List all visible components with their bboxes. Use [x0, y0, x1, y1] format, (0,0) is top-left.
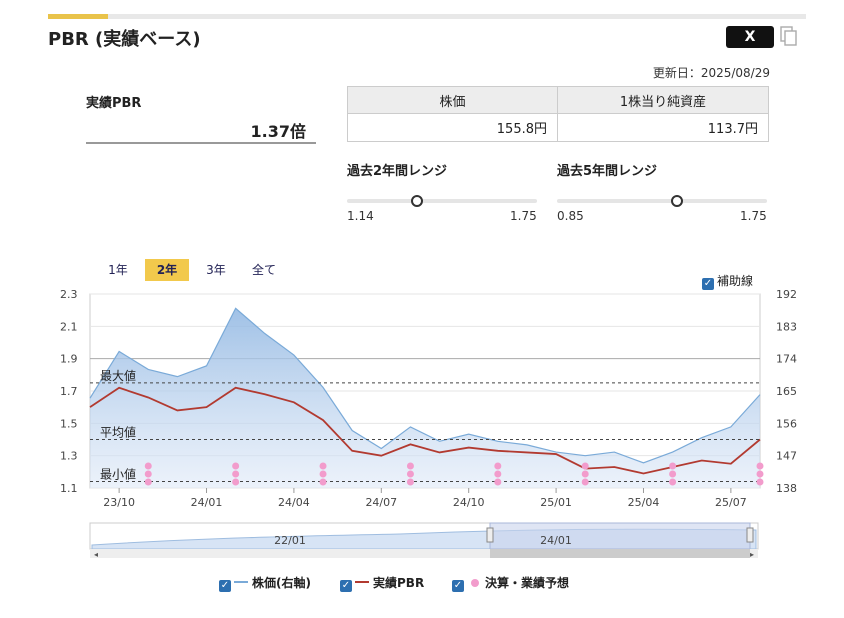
y-right-tick: 165: [776, 385, 797, 398]
earnings-dot[interactable]: [319, 462, 327, 470]
earnings-dot[interactable]: [581, 462, 589, 470]
earnings-dot[interactable]: [756, 462, 764, 470]
range-2y-title: 過去2年間レンジ: [347, 164, 448, 179]
earnings-dot[interactable]: [581, 478, 589, 486]
x-tick: 25/01: [540, 496, 572, 509]
x-share-button[interactable]: X: [726, 26, 774, 48]
y-left-tick: 1.1: [60, 482, 78, 495]
navigator-handle-right[interactable]: [746, 527, 754, 543]
legend-earnings-label: 決算・業績予想: [485, 576, 570, 590]
y-right-tick: 183: [776, 320, 797, 333]
navigator-window[interactable]: [489, 522, 751, 550]
range-5y-max: 1.75: [740, 209, 767, 223]
range-2y-marker: [411, 195, 423, 207]
price-table: 株価 1株当り純資産 155.8円 113.7円: [347, 86, 769, 142]
navigator[interactable]: 22/01 24/01 ◂ ▸: [0, 520, 844, 564]
y-right-tick: 138: [776, 482, 797, 495]
range-5y-track: [557, 199, 767, 203]
legend-earnings[interactable]: ✓ 決算・業績予想: [452, 574, 569, 592]
accent-strip: [48, 14, 108, 19]
x-tick: 23/10: [103, 496, 135, 509]
range-2y-min: 1.14: [347, 209, 374, 223]
earnings-dot[interactable]: [406, 470, 414, 478]
scrollbar-thumb[interactable]: [490, 549, 750, 558]
pbr-value: 1.37倍: [250, 122, 306, 141]
earnings-dot[interactable]: [756, 470, 764, 478]
bps-header: 1株当り純資産: [557, 86, 769, 114]
range-2y-track: [347, 199, 537, 203]
earnings-dot[interactable]: [232, 470, 240, 478]
price-value: 155.8円: [347, 113, 558, 142]
earnings-dot[interactable]: [669, 462, 677, 470]
tab-all[interactable]: 全て: [242, 259, 286, 281]
range-2y-max: 1.75: [510, 209, 537, 223]
y-left-tick: 2.1: [60, 320, 78, 333]
earnings-dot[interactable]: [494, 478, 502, 486]
updated-date: 更新日：2025/08/29: [652, 66, 770, 80]
earnings-dot[interactable]: [319, 478, 327, 486]
x-tick: 24/04: [278, 496, 310, 509]
range-5y-marker: [671, 195, 683, 207]
earnings-dot[interactable]: [494, 470, 502, 478]
y-left-tick: 1.3: [60, 450, 78, 463]
earnings-dot[interactable]: [319, 470, 327, 478]
price-header: 株価: [347, 86, 558, 114]
x-tick: 24/07: [365, 496, 397, 509]
bps-value: 113.7円: [557, 113, 769, 142]
y-right-tick: 147: [776, 450, 797, 463]
earnings-dot[interactable]: [669, 478, 677, 486]
copy-icon[interactable]: [780, 26, 798, 48]
earnings-dot[interactable]: [144, 470, 152, 478]
earnings-dot[interactable]: [581, 470, 589, 478]
range-5y-min: 0.85: [557, 209, 584, 223]
top-accent-bar: [48, 14, 806, 19]
reference-label: 最大値: [100, 368, 136, 383]
earnings-dot[interactable]: [669, 470, 677, 478]
pbr-chart: 2.3 192 2.1 183 1.9 174 1.7 165 1.5 156 1.3 147 1.1 1…: [60, 288, 797, 509]
y-left-tick: 1.9: [60, 353, 78, 366]
navigator-handle-left[interactable]: [486, 527, 494, 543]
x-tick: 25/07: [715, 496, 747, 509]
y-left-tick: 1.5: [60, 417, 78, 430]
earnings-dot[interactable]: [232, 462, 240, 470]
y-left-tick: 2.3: [60, 288, 78, 301]
checkbox-icon[interactable]: ✓: [219, 580, 231, 592]
divider: [86, 142, 316, 144]
y-right-tick: 156: [776, 417, 797, 430]
tab-1y[interactable]: 1年: [96, 259, 140, 281]
legend-price[interactable]: ✓ 株価(右軸): [219, 574, 311, 592]
scroll-right-icon[interactable]: ▸: [750, 550, 754, 559]
y-right-tick: 192: [776, 288, 797, 301]
earnings-dot[interactable]: [232, 478, 240, 486]
checkbox-icon[interactable]: ✓: [452, 580, 464, 592]
y-left-tick: 1.7: [60, 385, 78, 398]
navigator-tick: 24/01: [540, 534, 572, 547]
y-right-tick: 174: [776, 353, 797, 366]
earnings-dot[interactable]: [144, 478, 152, 486]
earnings-dot[interactable]: [756, 478, 764, 486]
tab-2y[interactable]: 2年: [145, 259, 189, 281]
navigator-tick: 22/01: [274, 534, 306, 547]
reference-label: 最小値: [100, 467, 136, 482]
earnings-dot[interactable]: [406, 478, 414, 486]
earnings-dot[interactable]: [144, 462, 152, 470]
x-tick: 24/10: [453, 496, 485, 509]
checkbox-icon[interactable]: ✓: [340, 580, 352, 592]
x-tick: 25/04: [628, 496, 660, 509]
reference-label: 平均値: [100, 425, 136, 440]
x-tick: 24/01: [191, 496, 223, 509]
tab-3y[interactable]: 3年: [194, 259, 238, 281]
earnings-dot[interactable]: [406, 462, 414, 470]
range-5y-title: 過去5年間レンジ: [557, 164, 658, 179]
legend-pbr-label: 実績PBR: [373, 576, 425, 590]
page-title: PBR (実績ベース): [48, 29, 201, 50]
scroll-left-icon[interactable]: ◂: [94, 550, 98, 559]
earnings-dot[interactable]: [494, 462, 502, 470]
legend-pbr[interactable]: ✓ 実績PBR: [340, 574, 424, 592]
pbr-label: 実績PBR: [86, 96, 142, 111]
legend-price-label: 株価(右軸): [252, 576, 311, 590]
